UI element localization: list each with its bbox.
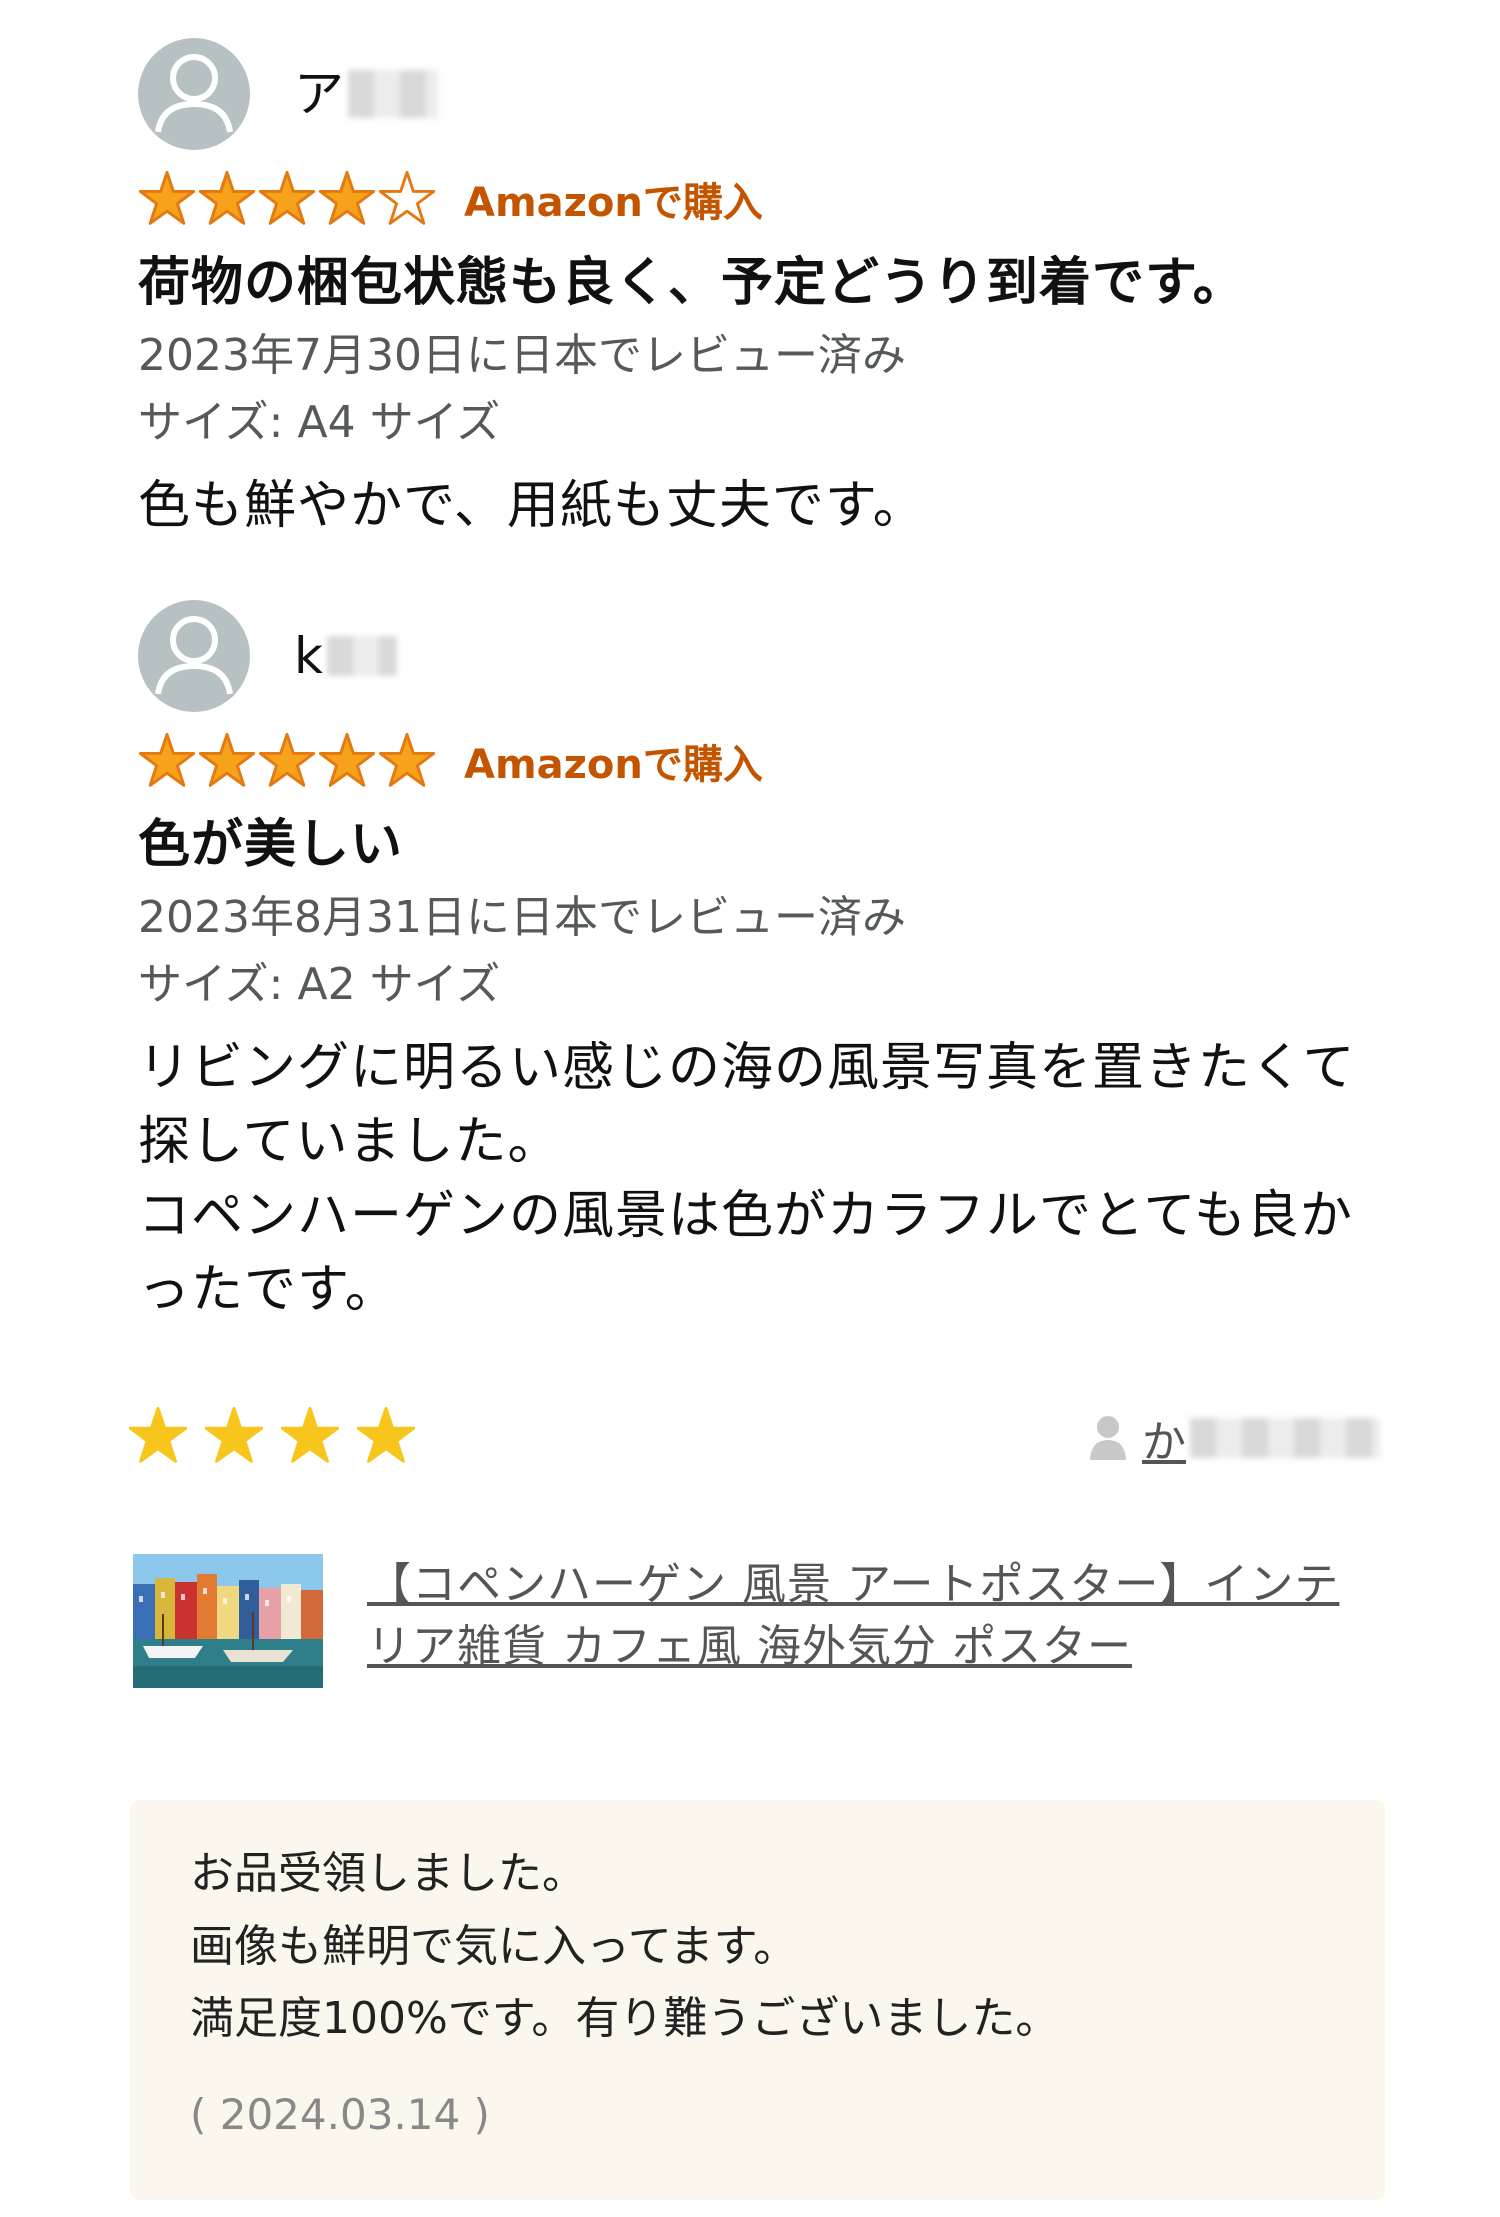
rakuten-reviewer[interactable]: か	[1088, 1406, 1380, 1470]
reviewer-row: ア	[138, 38, 1378, 150]
review-comment: お品受領しました。 画像も鮮明で気に入ってます。 満足度100%です。有り難うご…	[190, 1848, 1060, 2045]
reviewer-name-text: k	[294, 627, 323, 685]
star-filled-icon	[318, 170, 376, 225]
review-comment-box: お品受領しました。 画像も鮮明で気に入ってます。 満足度100%です。有り難うご…	[130, 1800, 1385, 2200]
star-filled-icon	[258, 170, 316, 225]
rating-row: Amazonで購入	[138, 168, 1378, 230]
reviewer-name[interactable]: ア	[294, 69, 438, 119]
star-filled-icon	[198, 170, 256, 225]
star-filled-icon	[138, 732, 196, 787]
star-filled-icon	[318, 732, 376, 787]
review-card-1: ア Amazonで購入 荷物の梱包状態も良く、予定どうり到着です。 2023年7…	[138, 38, 1378, 544]
star-rating[interactable]	[138, 170, 436, 228]
star-filled-icon	[128, 1406, 188, 1463]
star-filled-icon	[198, 732, 256, 787]
star-filled-icon	[378, 732, 436, 787]
user-icon	[1090, 1416, 1126, 1460]
reviewer-row: k	[138, 600, 1378, 712]
review-date: 2023年8月31日に日本でレビュー済み	[138, 892, 906, 944]
avatar	[138, 600, 250, 712]
redacted-name	[1190, 1418, 1380, 1458]
review-body: リビングに明るい感じの海の風景写真を置きたくて探していました。 コペンハーゲンの…	[138, 1038, 1356, 1320]
verified-purchase-badge: Amazonで購入	[464, 180, 763, 226]
yellow-star-rating	[128, 1406, 416, 1466]
review-title[interactable]: 荷物の梱包状態も良く、予定どうり到着です。	[138, 252, 1378, 314]
product-title-link[interactable]: 【コペンハーゲン 風景 アートポスター】インテリア雑貨 カフェ風 海外気分 ポス…	[367, 1554, 1367, 1688]
redacted-name	[326, 636, 397, 676]
star-rating[interactable]	[138, 732, 436, 790]
review-page: ア Amazonで購入 荷物の梱包状態も良く、予定どうり到着です。 2023年7…	[0, 0, 1500, 2217]
star-filled-icon	[138, 170, 196, 225]
review-body: 色も鮮やかで、用紙も丈夫です。	[138, 476, 926, 537]
star-filled-icon	[204, 1406, 264, 1463]
review-date: ( 2024.03.14 )	[190, 2089, 490, 2139]
star-empty-icon	[378, 170, 436, 225]
product-row: 【コペンハーゲン 風景 アートポスター】インテリア雑貨 カフェ風 海外気分 ポス…	[133, 1552, 1383, 1688]
rakuten-reviewer-name[interactable]: か	[1142, 1406, 1380, 1470]
verified-purchase-badge: Amazonで購入	[464, 742, 763, 788]
review-variant[interactable]: サイズ: A2 サイズ	[138, 957, 1378, 1012]
star-filled-icon	[258, 732, 316, 787]
review-variant[interactable]: サイズ: A4 サイズ	[138, 395, 1378, 450]
rakuten-reviewer-name-text: か	[1142, 1417, 1186, 1468]
reviewer-name[interactable]: k	[294, 631, 397, 681]
avatar	[138, 38, 250, 150]
copenhagen-nyhavn-thumbnail[interactable]	[133, 1554, 323, 1688]
star-filled-icon	[280, 1406, 340, 1463]
review-date: 2023年7月30日に日本でレビュー済み	[138, 330, 906, 382]
redacted-name	[348, 70, 438, 118]
reviewer-name-text: ア	[294, 65, 344, 123]
rating-row: Amazonで購入	[138, 730, 1378, 792]
rakuten-review-header: か	[128, 1400, 1380, 1480]
review-card-2: k Amazonで購入 色が美しい 2023年8月31日に日本でレビュー済み サ…	[138, 600, 1378, 1328]
star-filled-icon	[356, 1406, 416, 1463]
review-title[interactable]: 色が美しい	[138, 814, 1378, 876]
